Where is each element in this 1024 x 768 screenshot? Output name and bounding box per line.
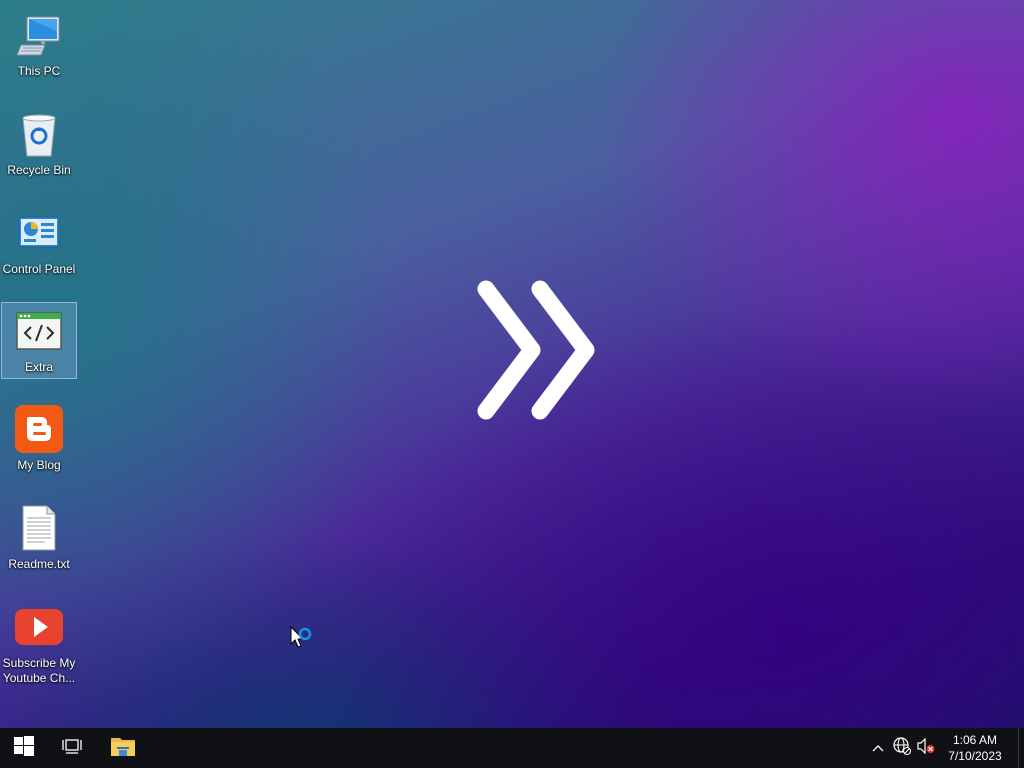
- desktop-icon-extra[interactable]: Extra: [1, 302, 77, 379]
- code-window-icon: [15, 307, 63, 355]
- taskbar: 1:06 AM 7/10/2023: [0, 728, 1024, 768]
- clock-time: 1:06 AM: [952, 733, 998, 747]
- desktop-icon-label: My Blog: [17, 458, 61, 472]
- desktop-icon-control-panel[interactable]: Control Panel: [1, 204, 77, 281]
- desktop-icon-label: Extra: [24, 360, 53, 374]
- windows-start-icon: [14, 735, 34, 761]
- desktop-icon-label: Recycle Bin: [7, 163, 71, 177]
- double-chevron-right-icon: [470, 275, 610, 425]
- blogger-icon: [15, 405, 63, 453]
- file-explorer-button[interactable]: [99, 728, 147, 768]
- clock[interactable]: 1:06 AM 7/10/2023: [942, 728, 1008, 768]
- volume-button[interactable]: [914, 728, 938, 768]
- volume-muted-icon: [917, 737, 935, 759]
- show-desktop-button[interactable]: [1018, 728, 1024, 768]
- network-icon: [893, 736, 912, 760]
- desktop-icon-label: Control Panel: [2, 262, 76, 276]
- youtube-icon: [15, 603, 63, 651]
- desktop-icon-this-pc[interactable]: This PC: [1, 6, 77, 83]
- busy-cursor-icon: [290, 625, 316, 654]
- start-button[interactable]: [0, 728, 48, 768]
- system-tray: 1:06 AM 7/10/2023: [866, 728, 1024, 768]
- desktop-icon-label: Readme.txt: [8, 557, 70, 571]
- clock-date: 7/10/2023: [948, 749, 1002, 763]
- recycle-bin-icon: [15, 110, 63, 158]
- task-view-button[interactable]: [48, 728, 96, 768]
- network-button[interactable]: [890, 728, 914, 768]
- desktop-icon-label: This PC: [17, 64, 61, 78]
- computer-icon: [15, 11, 63, 59]
- desktop-icon-readme[interactable]: Readme.txt: [1, 499, 77, 576]
- control-panel-icon: [15, 209, 63, 257]
- desktop-icon-label: Subscribe My Youtube Ch...: [2, 656, 76, 685]
- desktop-icon-youtube[interactable]: Subscribe My Youtube Ch...: [1, 598, 77, 690]
- desktop[interactable]: This PC Recycle Bin Control Panel Extra …: [0, 0, 1024, 728]
- desktop-icon-recycle-bin[interactable]: Recycle Bin: [1, 105, 77, 182]
- desktop-icon-my-blog[interactable]: My Blog: [1, 400, 77, 477]
- task-view-icon: [62, 737, 82, 760]
- file-explorer-icon: [111, 736, 135, 761]
- chevron-up-icon: [872, 739, 884, 757]
- text-file-icon: [15, 504, 63, 552]
- show-hidden-icons-button[interactable]: [866, 728, 890, 768]
